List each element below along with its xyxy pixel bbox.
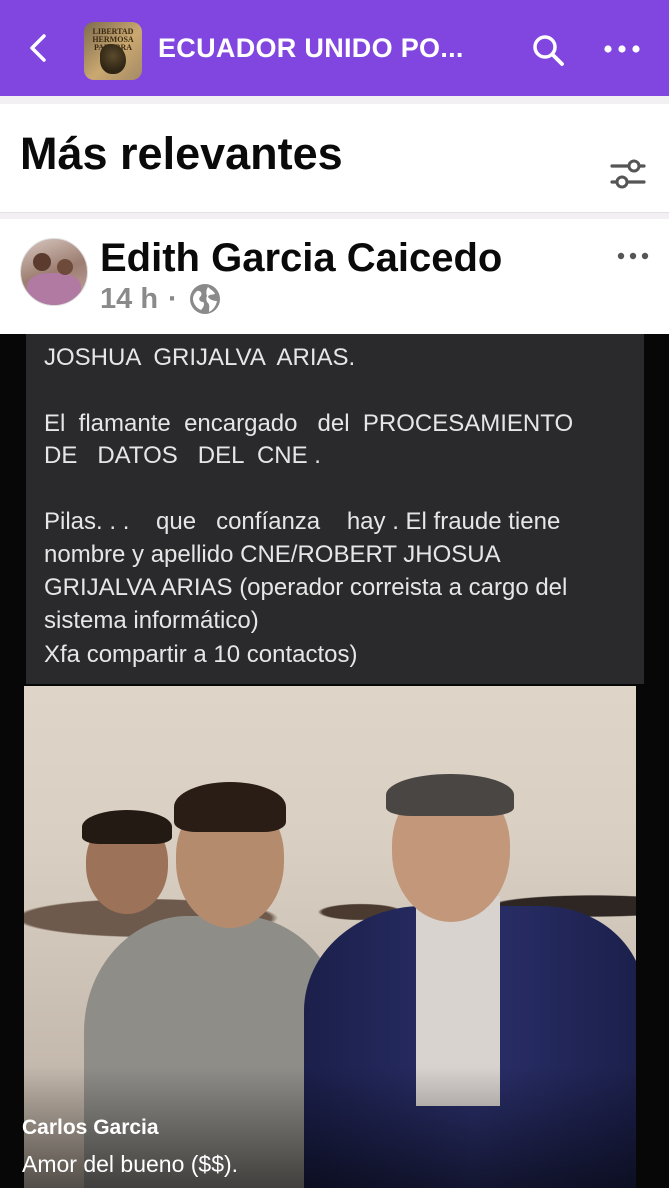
- search-icon[interactable]: [530, 32, 566, 68]
- photo-person: [386, 774, 514, 816]
- more-horizontal-icon[interactable]: [600, 34, 644, 64]
- caption-name[interactable]: Carlos Garcia: [22, 1116, 159, 1140]
- chevron-left-icon[interactable]: [22, 30, 58, 66]
- image-text-line: Xfa compartir a 10 contactos): [44, 641, 358, 668]
- post-author[interactable]: Edith Garcia Caicedo: [100, 236, 502, 281]
- image-text-line: JOSHUA GRIJALVA ARIAS.: [44, 344, 356, 371]
- avatar-figure: [27, 273, 81, 305]
- post-image[interactable]: JOSHUA GRIJALVA ARIAS. El flamante encar…: [0, 334, 669, 1188]
- divider: [0, 212, 669, 219]
- group-thumbnail-image: [100, 44, 126, 74]
- image-text-line: El flamante encargado del PROCESAMIENTO: [44, 410, 574, 437]
- section-title: Más relevantes: [20, 128, 343, 179]
- photo-person: [174, 782, 286, 832]
- group-title[interactable]: ECUADOR UNIDO PO...: [158, 33, 464, 64]
- filter-sliders-icon[interactable]: [608, 156, 648, 192]
- top-app-bar: LIBERTAD HERMOSA PALABRA ECUADOR UNIDO P…: [0, 0, 669, 96]
- image-text-line: sistema informático): [44, 607, 259, 634]
- more-horizontal-icon[interactable]: [616, 246, 650, 266]
- divider: [0, 96, 669, 104]
- avatar[interactable]: [20, 238, 88, 306]
- image-text-line: GRIJALVA ARIAS (operador correista a car…: [44, 574, 568, 601]
- photo-person: [82, 810, 172, 844]
- image-text-line: nombre y apellido CNE/ROBERT JHOSUA: [44, 541, 501, 568]
- post-photo: [24, 686, 636, 1188]
- image-text-card: JOSHUA GRIJALVA ARIAS. El flamante encar…: [26, 334, 644, 684]
- post-meta: 14 h ·: [100, 282, 222, 316]
- image-text-line: DE DATOS DEL CNE .: [44, 442, 321, 469]
- image-text-line: Pilas. . . que confíanza hay . El fraude…: [44, 508, 561, 535]
- group-thumbnail[interactable]: LIBERTAD HERMOSA PALABRA: [84, 22, 142, 80]
- avatar-face: [57, 259, 73, 275]
- globe-icon: [189, 284, 220, 314]
- caption-text: Amor del bueno ($$).: [22, 1151, 239, 1177]
- post-time[interactable]: 14 h: [100, 283, 158, 316]
- meta-separator: ·: [168, 282, 178, 315]
- avatar-face: [33, 253, 51, 271]
